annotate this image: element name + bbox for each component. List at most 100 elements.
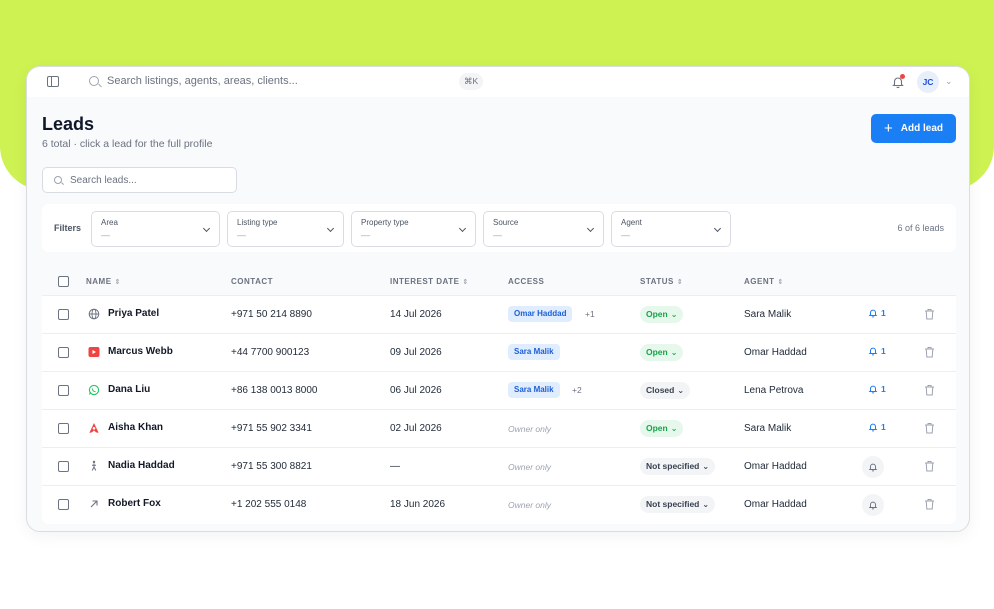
table-row[interactable]: Dana Liu +86 138 0013 8000 06 Jul 2026 S… xyxy=(42,372,956,410)
lead-interest-date: 06 Jul 2026 xyxy=(390,385,442,396)
bell-icon xyxy=(868,309,878,318)
status-label: Closed xyxy=(646,385,675,395)
lead-name[interactable]: Marcus Webb xyxy=(108,346,173,357)
access-agent-chip: Omar Haddad xyxy=(508,306,573,322)
filter-value: — xyxy=(621,230,630,240)
row-checkbox[interactable] xyxy=(58,309,69,320)
filter-agent[interactable]: Agent — xyxy=(611,211,731,247)
user-avatar[interactable]: JC xyxy=(917,71,939,93)
chevron-down-icon xyxy=(458,224,467,233)
filter-label: Source xyxy=(493,218,519,227)
app-window: Search listings, agents, areas, clients.… xyxy=(26,66,970,532)
filter-value: — xyxy=(361,230,370,240)
column-header-interest-date[interactable]: INTEREST DATE ⇕ xyxy=(390,277,469,286)
reminders-button[interactable]: 1 xyxy=(868,346,886,356)
lead-interest-date: 14 Jul 2026 xyxy=(390,309,442,320)
bell-icon xyxy=(868,347,878,356)
filter-value: — xyxy=(493,230,502,240)
status-dropdown[interactable]: Open ⌄ xyxy=(640,420,684,437)
table-row[interactable]: Marcus Webb +44 7700 900123 09 Jul 2026 … xyxy=(42,334,956,372)
lead-interest-date: — xyxy=(390,461,400,472)
lead-name[interactable]: Aisha Khan xyxy=(108,422,163,433)
header-label: NAME xyxy=(86,277,112,286)
access-extra-count: +1 xyxy=(585,309,595,319)
lead-name[interactable]: Nadia Haddad xyxy=(108,460,175,471)
lead-interest-date: 02 Jul 2026 xyxy=(390,423,442,434)
search-icon xyxy=(54,176,62,184)
status-label: Open xyxy=(646,347,668,357)
filter-property-type[interactable]: Property type — xyxy=(351,211,476,247)
sidebar-toggle-icon[interactable] xyxy=(47,76,59,87)
lead-interest-date: 09 Jul 2026 xyxy=(390,347,442,358)
lead-agent: Lena Petrova xyxy=(744,385,804,396)
column-header-name[interactable]: NAME ⇕ xyxy=(86,277,121,286)
trash-icon[interactable] xyxy=(924,384,935,396)
chevron-down-icon xyxy=(326,224,335,233)
select-all-checkbox[interactable] xyxy=(58,276,69,287)
filter-value: — xyxy=(237,230,246,240)
results-count: 6 of 6 leads xyxy=(897,223,944,233)
column-header-agent[interactable]: AGENT ⇕ xyxy=(744,277,784,286)
trash-icon[interactable] xyxy=(924,346,935,358)
filters-bar: Filters Area — Listing type — Property t… xyxy=(42,204,956,252)
page-subtitle: 6 total · click a lead for the full prof… xyxy=(42,138,213,150)
lead-name[interactable]: Robert Fox xyxy=(108,498,161,509)
table-row[interactable]: Priya Patel +971 50 214 8890 14 Jul 2026… xyxy=(42,296,956,334)
lead-name[interactable]: Dana Liu xyxy=(108,384,150,395)
filter-label: Listing type xyxy=(237,218,278,227)
table-header: NAME ⇕ CONTACT INTEREST DATE ⇕ ACCESS STAT… xyxy=(42,266,956,296)
status-dropdown[interactable]: Open ⌄ xyxy=(640,344,684,361)
reminders-button[interactable] xyxy=(862,456,884,478)
reminder-count: 1 xyxy=(881,384,886,394)
row-checkbox[interactable] xyxy=(58,461,69,472)
column-header-status[interactable]: STATUS ⇕ xyxy=(640,277,683,286)
page-title: Leads xyxy=(42,114,95,134)
reminders-button[interactable]: 1 xyxy=(868,308,886,318)
access-owner-only: Owner only xyxy=(508,462,551,472)
chevron-down-icon: ⌄ xyxy=(702,462,710,471)
header-label: AGENT xyxy=(744,277,775,286)
lead-name[interactable]: Priya Patel xyxy=(108,308,159,319)
global-search-input[interactable]: Search listings, agents, areas, clients.… xyxy=(107,75,298,87)
row-checkbox[interactable] xyxy=(58,385,69,396)
chevron-down-icon: ⌄ xyxy=(670,348,678,357)
sort-icon: ⇕ xyxy=(114,279,121,286)
status-dropdown[interactable]: Not specified ⌄ xyxy=(640,458,716,475)
lead-agent: Omar Haddad xyxy=(744,499,807,510)
table-row[interactable]: Nadia Haddad +971 55 300 8821 — Owner on… xyxy=(42,448,956,486)
lead-agent: Omar Haddad xyxy=(744,347,807,358)
bell-icon xyxy=(868,385,878,394)
trash-icon[interactable] xyxy=(924,422,935,434)
chevron-down-icon[interactable]: ⌄ xyxy=(945,76,953,87)
lead-contact: +44 7700 900123 xyxy=(231,347,310,358)
add-lead-button[interactable]: + Add lead xyxy=(871,114,956,143)
row-checkbox[interactable] xyxy=(58,423,69,434)
trash-icon[interactable] xyxy=(924,308,935,320)
row-checkbox[interactable] xyxy=(58,499,69,510)
status-dropdown[interactable]: Not specified ⌄ xyxy=(640,496,716,513)
lead-agent: Sara Malik xyxy=(744,423,792,434)
leads-search-input[interactable] xyxy=(70,168,230,192)
trash-icon[interactable] xyxy=(924,460,935,472)
chevron-down-icon xyxy=(202,224,211,233)
filter-label: Property type xyxy=(361,218,409,227)
chevron-down-icon: ⌄ xyxy=(670,424,678,433)
status-dropdown[interactable]: Closed ⌄ xyxy=(640,382,691,399)
lead-contact: +86 138 0013 8000 xyxy=(231,385,318,396)
reminders-button[interactable]: 1 xyxy=(868,384,886,394)
status-dropdown[interactable]: Open ⌄ xyxy=(640,306,684,323)
status-label: Open xyxy=(646,423,668,433)
filter-source[interactable]: Source — xyxy=(483,211,604,247)
table-row[interactable]: Robert Fox +1 202 555 0148 18 Jun 2026 O… xyxy=(42,486,956,524)
status-label: Not specified xyxy=(646,461,700,471)
column-header-access: ACCESS xyxy=(508,277,545,286)
filter-listing-type[interactable]: Listing type — xyxy=(227,211,344,247)
bell-icon xyxy=(868,463,878,472)
trash-icon[interactable] xyxy=(924,498,935,510)
filter-area[interactable]: Area — xyxy=(91,211,220,247)
row-checkbox[interactable] xyxy=(58,347,69,358)
reminders-button[interactable] xyxy=(862,494,884,516)
table-row[interactable]: Aisha Khan +971 55 902 3341 02 Jul 2026 … xyxy=(42,410,956,448)
reminders-button[interactable]: 1 xyxy=(868,422,886,432)
add-lead-label: Add lead xyxy=(900,123,943,134)
